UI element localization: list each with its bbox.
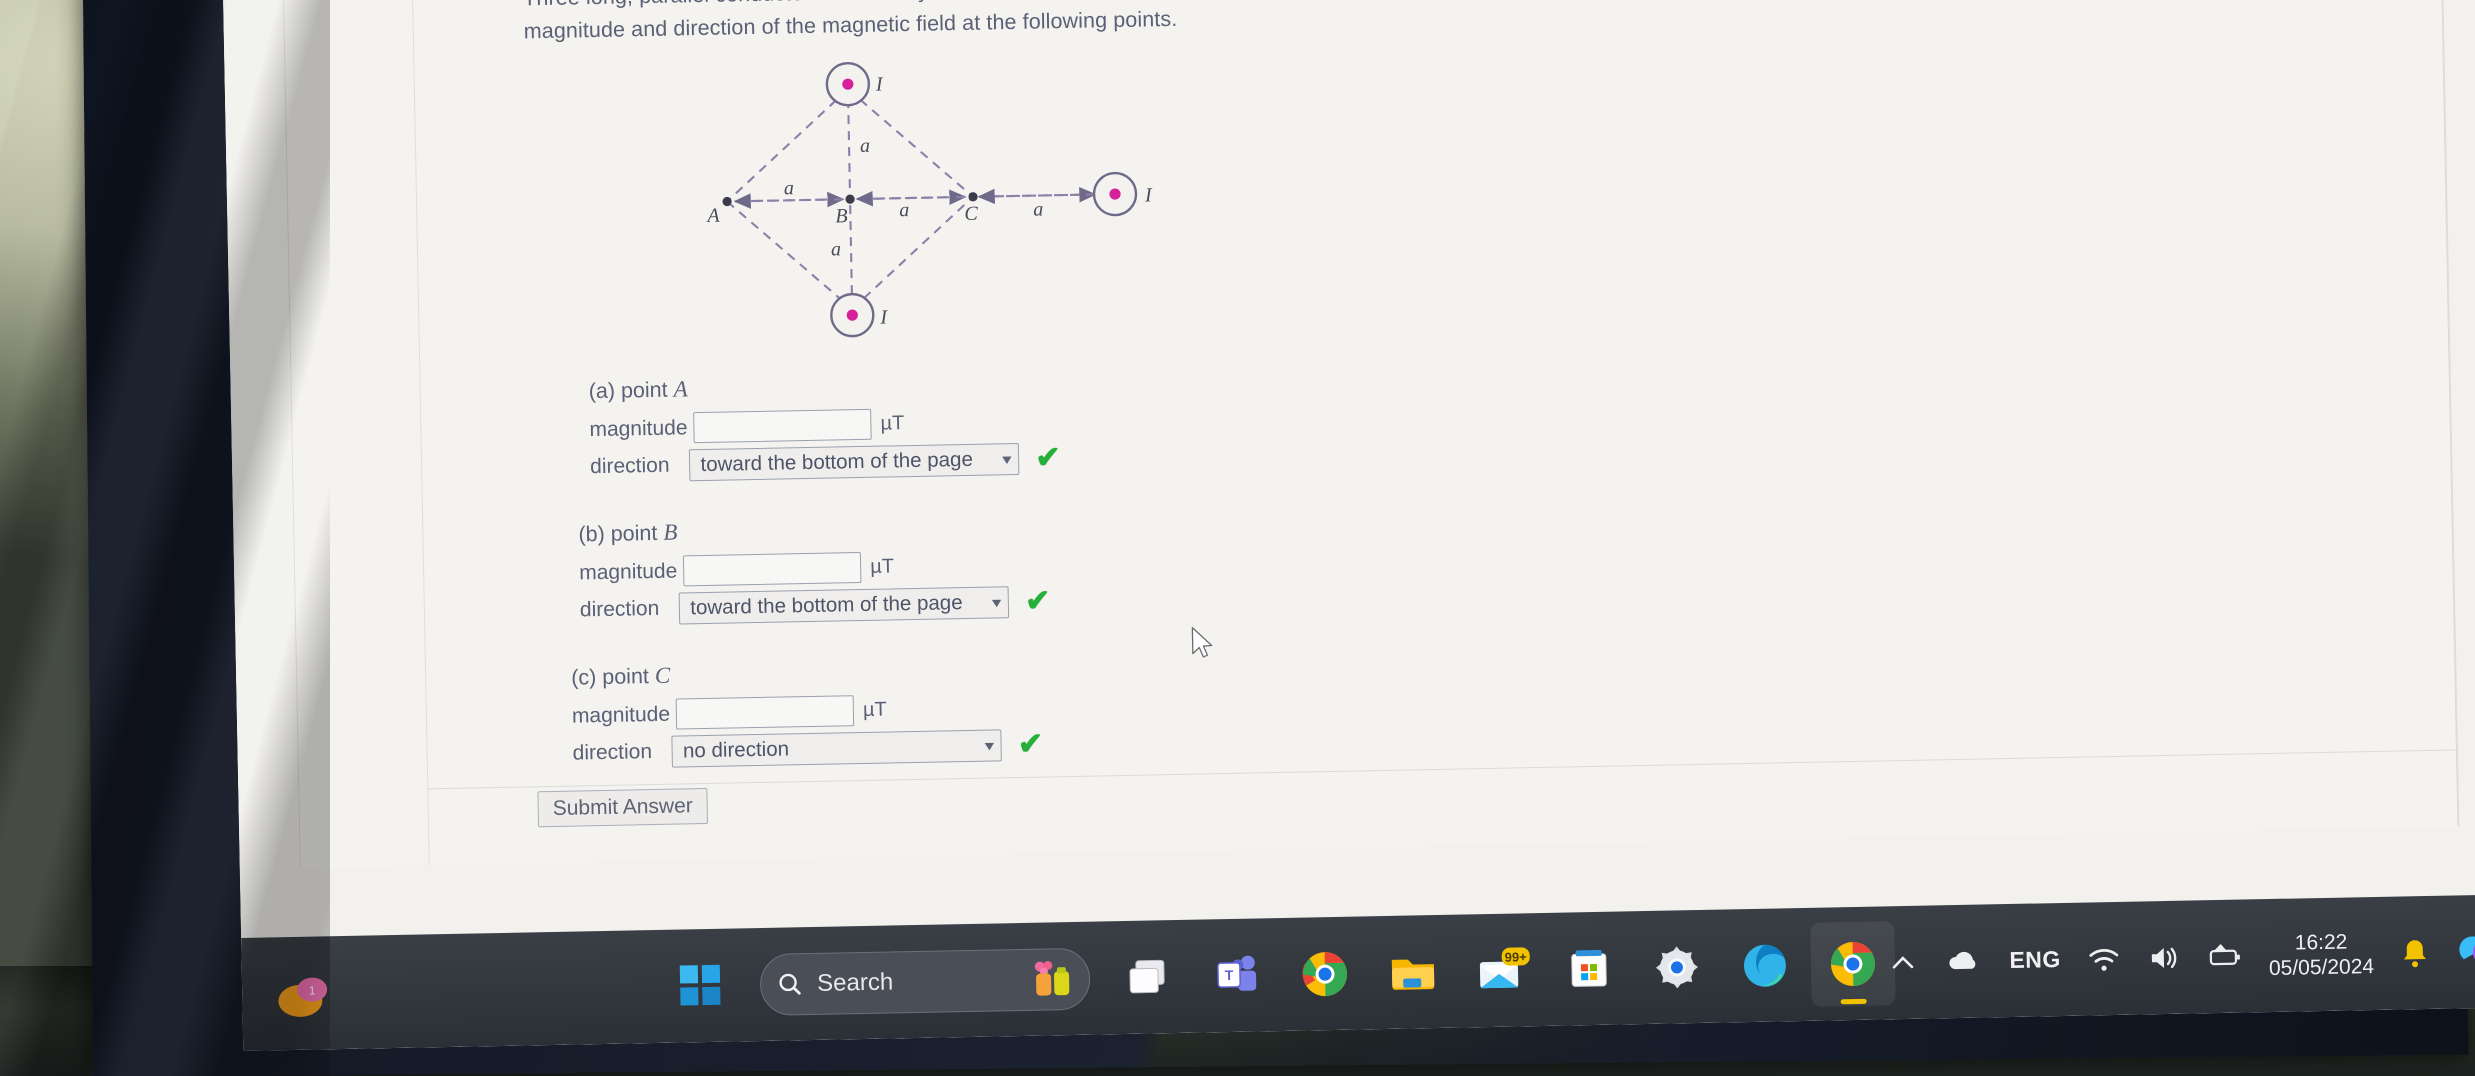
part-a-direction-label: direction	[589, 453, 670, 479]
part-b-unit: µT	[870, 555, 895, 578]
label-dist-right: a	[1033, 198, 1043, 220]
part-a-magnitude-row: magnitude µT	[589, 405, 1060, 445]
part-b-magnitude-input[interactable]	[682, 551, 862, 587]
search-icon	[779, 973, 801, 995]
widgets-icon[interactable]	[1029, 959, 1074, 1000]
chevron-down-icon: ▾	[1001, 451, 1012, 469]
submit-answer-button[interactable]: Submit Answer	[537, 787, 709, 828]
photograph-of-laptop-screen: Submit Answer Three long, parallel condu…	[0, 0, 2475, 1076]
rhombus-edge-bottom-right	[851, 196, 974, 310]
part-c-direction-label: direction	[572, 740, 653, 765]
part-c-magnitude-label: magnitude	[571, 702, 671, 728]
point-b-marker	[845, 194, 855, 204]
part-b-point: B	[663, 519, 678, 545]
answer-part-b: (b) point B magnitude µT direction towar…	[578, 512, 1051, 626]
volume-icon[interactable]	[2146, 942, 2181, 973]
laptop-screen: Submit Answer Three long, parallel condu…	[222, 0, 2475, 1051]
part-b-magnitude-row: magnitude µT	[579, 548, 1050, 588]
magnetic-field-diagram: I I I A B C a a a a a	[664, 40, 1230, 371]
label-dist-bottom: a	[831, 238, 841, 260]
axis-right-current-to-c	[977, 188, 1096, 205]
mouse-cursor	[1191, 626, 1213, 658]
svg-text:1: 1	[309, 983, 316, 997]
browser-page: Submit Answer Three long, parallel condu…	[222, 0, 2475, 938]
settings-icon[interactable]	[1647, 937, 1706, 996]
taskbar-left-group: 1	[267, 962, 340, 1025]
file-explorer-icon[interactable]	[1383, 942, 1442, 1001]
task-view-icon[interactable]	[1120, 947, 1179, 1006]
conductor-bottom	[830, 292, 875, 338]
label-current-top: I	[875, 73, 884, 95]
conductor-top	[825, 61, 871, 107]
microsoft-store-icon[interactable]	[1559, 939, 1618, 998]
part-c-direction-select[interactable]: no direction ▾	[671, 729, 1003, 768]
part-a-magnitude-input[interactable]	[693, 408, 872, 444]
label-dist-left: a	[784, 177, 794, 199]
windows-start-icon[interactable]	[672, 956, 731, 1015]
microsoft-edge-icon[interactable]	[1735, 936, 1794, 995]
search-placeholder-text: Search	[816, 967, 894, 997]
chevron-down-icon: ▾	[991, 594, 1002, 612]
clock-time: 16:22	[2294, 930, 2348, 955]
taskbar-search-box[interactable]: Search	[759, 947, 1091, 1016]
taskbar-center-group: Search T 99+	[672, 920, 1896, 1017]
active-app-indicator	[1840, 998, 1867, 1004]
part-b-direction-label: direction	[579, 596, 660, 622]
part-c-point: C	[654, 662, 671, 688]
part-b-correct-icon: ✔	[1024, 584, 1051, 618]
part-b-direction-select[interactable]: toward the bottom of the page ▾	[678, 586, 1010, 625]
microsoft-teams-icon[interactable]: T	[1207, 946, 1266, 1005]
label-point-c: C	[964, 203, 978, 225]
part-c-magnitude-row: magnitude µT	[572, 692, 1043, 732]
laptop-bezel: Submit Answer Three long, parallel condu…	[82, 0, 2475, 1076]
axis-bottom-vertical	[849, 205, 854, 300]
label-current-bottom: I	[879, 306, 888, 328]
mail-badge-count: 99+	[1505, 949, 1528, 964]
part-c-correct-icon: ✔	[1017, 727, 1044, 762]
part-a-point: A	[673, 376, 688, 402]
part-c-label: (c) point	[570, 663, 656, 690]
onedrive-icon[interactable]	[1943, 946, 1984, 977]
answer-part-a: (a) point A magnitude µT direction towar…	[588, 369, 1061, 483]
copilot-icon[interactable]: PRE	[2455, 928, 2475, 975]
chevron-up-icon[interactable]	[1887, 947, 1918, 978]
mango-app-icon[interactable]: 1	[267, 962, 340, 1025]
part-b-direction-value: toward the bottom of the page	[690, 591, 963, 620]
part-c-direction-value: no direction	[682, 737, 790, 763]
part-a-label: (a) point	[588, 377, 674, 404]
part-a-correct-icon: ✔	[1035, 441, 1061, 475]
label-current-right: I	[1144, 184, 1153, 206]
wifi-icon[interactable]	[2086, 943, 2121, 974]
label-point-b: B	[835, 205, 848, 227]
part-a-direction-select[interactable]: toward the bottom of the page ▾	[689, 442, 1020, 482]
svg-text:T: T	[1225, 966, 1234, 982]
card-left-rule	[411, 0, 430, 866]
part-a-direction-value: toward the bottom of the page	[700, 447, 974, 477]
axis-top-vertical	[847, 99, 852, 194]
notification-bell-icon[interactable]	[2400, 935, 2431, 970]
part-c-magnitude-input[interactable]	[675, 695, 855, 730]
label-dist-mid: a	[899, 199, 909, 221]
label-point-a: A	[705, 205, 720, 227]
part-a-magnitude-label: magnitude	[589, 415, 688, 441]
google-chrome-icon[interactable]	[1295, 944, 1354, 1003]
label-dist-top: a	[860, 135, 870, 157]
card-right-rule	[2440, 0, 2459, 827]
input-language-indicator[interactable]: ENG	[2009, 946, 2061, 974]
part-b-magnitude-label: magnitude	[578, 559, 678, 584]
question-line1-part1: Three long, parallel conductors each car…	[523, 0, 1051, 10]
google-chrome-active-icon[interactable]	[1810, 920, 1896, 1007]
answer-part-c: (c) point C magnitude µT direction no di…	[571, 656, 1043, 770]
part-b-label: (b) point	[578, 520, 664, 547]
chevron-down-icon: ▾	[984, 737, 995, 755]
battery-icon[interactable]	[2206, 941, 2243, 972]
part-a-unit: µT	[880, 412, 905, 435]
mail-icon[interactable]: 99+	[1471, 941, 1530, 1000]
conductor-right	[1092, 171, 1138, 217]
taskbar-system-tray: ENG 16:22 05/05/2024	[1887, 926, 2475, 988]
taskbar-clock[interactable]: 16:22 05/05/2024	[2268, 929, 2375, 981]
clock-date: 05/05/2024	[2268, 954, 2375, 980]
part-c-unit: µT	[862, 698, 887, 721]
